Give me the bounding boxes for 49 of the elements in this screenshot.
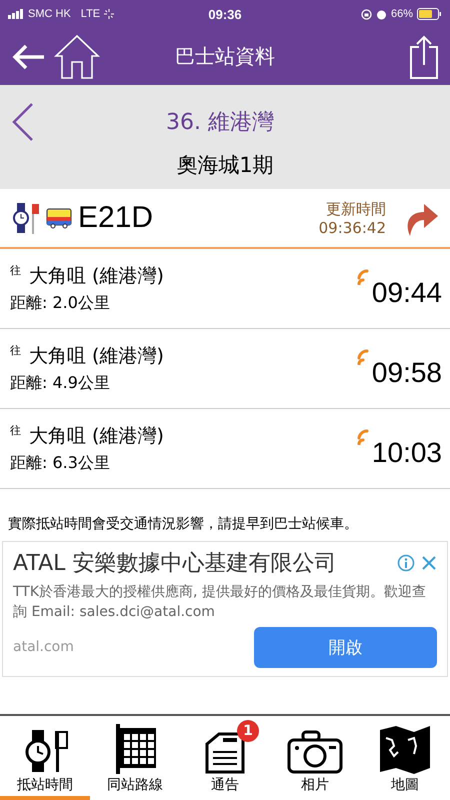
tab[interactable]: 同站路線 (90, 716, 180, 800)
updated-label: 更新時間 (326, 200, 386, 218)
distance: 距離: 4.9公里 (10, 373, 111, 394)
carrier: SMC HK (28, 8, 71, 20)
watch-stop-icon (12, 200, 40, 236)
notification-badge: 1 (237, 720, 259, 742)
tab[interactable]: 地圖 (360, 716, 450, 800)
camera-icon (287, 730, 343, 774)
map-icon (378, 724, 432, 774)
arrival-time: 09:44 (372, 276, 442, 308)
chevron-left-icon[interactable] (10, 102, 34, 142)
destination: 大角咀 (維港灣) (29, 344, 164, 369)
loading-icon (104, 9, 114, 19)
battery-icon (417, 8, 442, 20)
battery-percent: 66% (390, 8, 413, 20)
clock-time: 09:36 (208, 6, 242, 22)
network-type: LTE (80, 8, 100, 20)
arrival-time: 09:58 (372, 356, 442, 388)
tab[interactable]: 抵站時間 (0, 716, 90, 800)
page-title: 巴士站資料 (174, 43, 276, 70)
direction-label: 往 (10, 263, 21, 278)
rotation-lock-icon (360, 8, 372, 20)
updated-time: 09:36:42 (318, 218, 386, 236)
ad-title: ATAL 安樂數據中心基建有限公司 (13, 550, 338, 578)
destination: 大角咀 (維港灣) (29, 424, 164, 449)
share-icon[interactable] (410, 34, 438, 78)
distance: 距離: 2.0公里 (10, 293, 111, 314)
arrival-time: 10:03 (372, 436, 442, 468)
destination: 大角咀 (維港灣) (29, 264, 164, 289)
alarm-icon (376, 8, 387, 20)
signal-icon (8, 9, 24, 19)
direction-label: 往 (10, 423, 21, 438)
tab[interactable]: 1 通告 (180, 716, 270, 800)
ad-body: TTK於香港最大的授權供應商, 提供最好的價格及最佳貨期。歡迎查詢 Email: sales.dci@atal.com (13, 583, 427, 622)
home-icon[interactable] (54, 34, 100, 80)
direction-label: 往 (10, 343, 21, 358)
route-number: E21D (78, 201, 154, 235)
close-icon[interactable] (421, 555, 437, 571)
notice-text: 實際抵站時間會受交通情況影響，請提早到巴士站候車。 (8, 515, 359, 533)
ad-banner[interactable]: ATAL 安樂數據中心基建有限公司 TTK於香港最大的授權供應商, 提供最好的價格及最佳貨期。歡迎查詢 Email: sales.dci@atal.com atal.com 開啟 (2, 541, 448, 677)
bus-icon (46, 207, 72, 229)
info-icon[interactable] (397, 554, 415, 572)
document-icon (205, 730, 245, 774)
stop-name: 36. 維港灣 (165, 109, 275, 137)
back-arrow-icon[interactable] (12, 44, 46, 70)
stop-subname: 奧海城1期 (176, 152, 274, 179)
tab[interactable]: 相片 (270, 716, 360, 800)
open-button[interactable]: 開啟 (254, 626, 437, 668)
distance: 距離: 6.3公里 (10, 453, 111, 474)
